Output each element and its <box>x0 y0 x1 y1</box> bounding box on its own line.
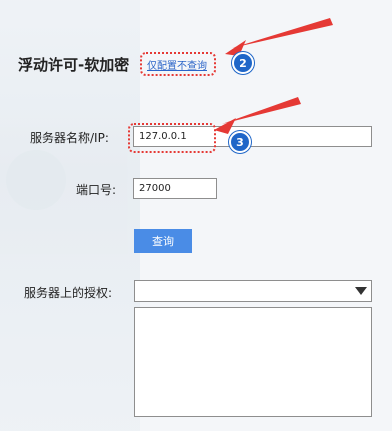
annotation-arrows <box>214 18 333 134</box>
arrow-3-head-icon <box>214 118 236 134</box>
step-badge-3: 3 <box>229 131 251 153</box>
step-badge-2: 2 <box>232 52 254 74</box>
arrow-2-icon <box>232 18 333 48</box>
